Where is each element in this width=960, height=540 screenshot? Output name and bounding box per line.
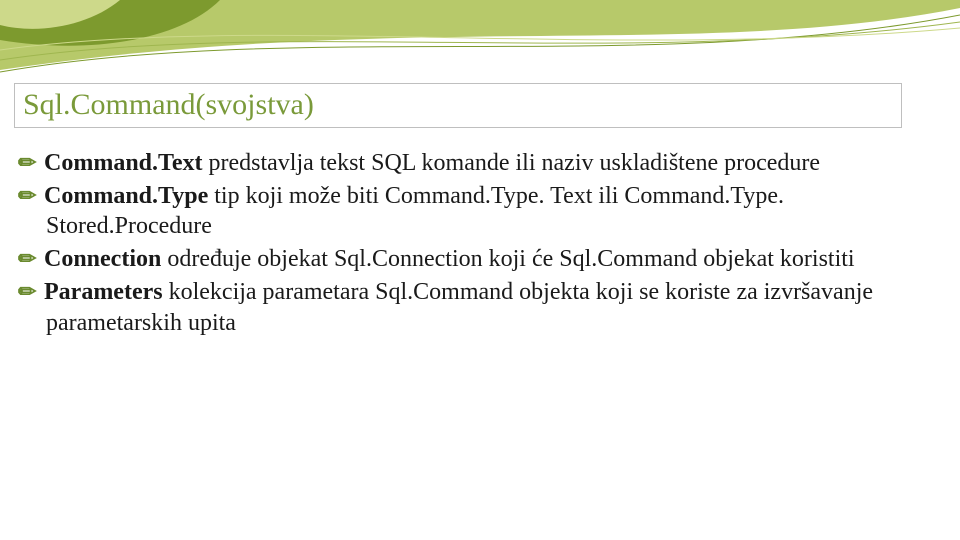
slide-title-box: Sql.Command(svojstva) (14, 83, 902, 128)
term: Connection (44, 246, 161, 272)
bullet-icon: ✏ (18, 245, 44, 273)
decorative-banner (0, 0, 960, 90)
desc: predstavlja tekst SQL komande ili naziv … (202, 150, 820, 176)
term: Command.Text (44, 150, 202, 176)
bullet-icon: ✏ (18, 149, 44, 177)
desc: određuje objekat Sql.Connection koji će … (161, 246, 854, 272)
slide-body: ✏Command.Text predstavlja tekst SQL koma… (18, 148, 936, 340)
desc: kolekcija parametara Sql.Command objekta… (46, 279, 873, 336)
list-item: ✏Parameters kolekcija parametara Sql.Com… (18, 277, 936, 338)
term: Parameters (44, 279, 163, 305)
list-item: ✏Command.Text predstavlja tekst SQL koma… (18, 148, 936, 179)
bullet-icon: ✏ (18, 278, 44, 306)
bullet-icon: ✏ (18, 182, 44, 210)
term: Command.Type (44, 183, 208, 209)
list-item: ✏Command.Type tip koji može biti Command… (18, 181, 936, 242)
slide-title: Sql.Command(svojstva) (23, 88, 314, 121)
list-item: ✏Connection određuje objekat Sql.Connect… (18, 244, 936, 275)
